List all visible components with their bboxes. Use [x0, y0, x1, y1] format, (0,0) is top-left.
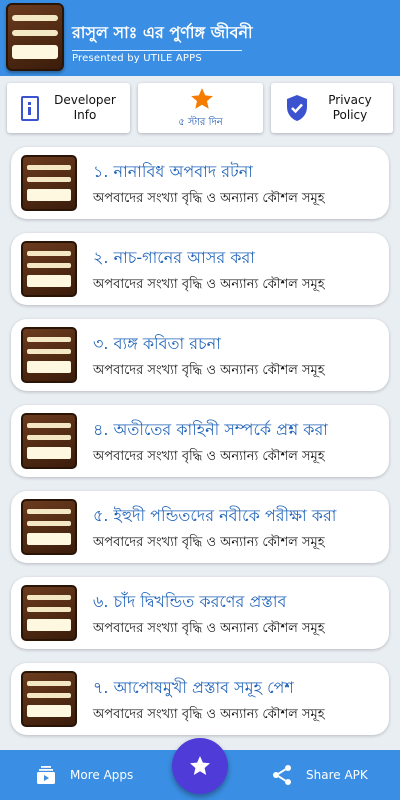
- chapter-subtitle: অপবাদের সংখ্যা বৃদ্ধি ও অন্যান্য কৌশল সম…: [93, 621, 325, 636]
- book-cover-icon: [21, 241, 77, 297]
- book-cover-icon: [6, 3, 64, 71]
- app-bar: রাসুল সাঃ এর পুর্ণাঙ্গ জীবনী Presented b…: [0, 0, 400, 76]
- developer-info-button[interactable]: Developer Info: [7, 83, 130, 133]
- chapter-card[interactable]: ৩. ব্যঙ্গ কবিতা রচনা অপবাদের সংখ্যা বৃদ্…: [11, 319, 389, 391]
- more-apps-button[interactable]: More Apps: [34, 750, 133, 800]
- book-cover-icon: [21, 413, 77, 469]
- chapter-subtitle: অপবাদের সংখ্যা বৃদ্ধি ও অন্যান্য কৌশল সম…: [93, 707, 325, 722]
- share-apk-button[interactable]: Share APK: [270, 750, 368, 800]
- rate-button[interactable]: ৫ স্টার দিন: [138, 83, 263, 133]
- chapter-subtitle: অপবাদের সংখ্যা বৃদ্ধি ও অন্যান্য কৌশল সম…: [93, 449, 325, 464]
- star-icon: [190, 756, 210, 775]
- chapter-card[interactable]: ৭. আপোষমুখী প্রস্তাব সমূহ পেশ অপবাদের সং…: [11, 663, 389, 735]
- chapter-card[interactable]: ১. নানাবিধ অপবাদ রটনা অপবাদের সংখ্যা বৃদ…: [11, 147, 389, 219]
- chapter-card[interactable]: ৪. অতীতের কাহিনী সম্পর্কে প্রশ্ন করা অপব…: [11, 405, 389, 477]
- book-cover-icon: [21, 327, 77, 383]
- subscriptions-icon: [37, 766, 55, 784]
- chapter-subtitle: অপবাদের সংখ্যা বৃদ্ধি ও অন্যান্য কৌশল সম…: [93, 363, 325, 378]
- book-cover-icon: [21, 155, 77, 211]
- more-apps-label: More Apps: [70, 768, 134, 782]
- book-cover-icon: [21, 671, 77, 727]
- star-icon: [191, 88, 213, 109]
- book-cover-icon: [21, 585, 77, 641]
- chapter-card[interactable]: ২. নাচ-গানের আসর করা অপবাদের সংখ্যা বৃদ্…: [11, 233, 389, 305]
- chapter-title: ৬. চাঁদ দ্বিখন্ডিত করণের প্রস্তাব: [93, 592, 287, 611]
- developer-info-label: Developer Info: [54, 93, 116, 122]
- book-cover-icon: [21, 499, 77, 555]
- rate-star-fab[interactable]: [172, 738, 228, 794]
- top-buttons: Developer Info ৫ স্টার দিন Privacy Polic…: [7, 83, 393, 133]
- main-content: Developer Info ৫ স্টার দিন Privacy Polic…: [0, 76, 400, 750]
- chapter-title: ৫. ইহুদী পন্ডিতদের নবীকে পরীক্ষা করা: [93, 506, 337, 525]
- share-icon: [273, 765, 291, 785]
- chapter-title: ২. নাচ-গানের আসর করা: [93, 248, 255, 267]
- app-title: রাসুল সাঃ এর পুর্ণাঙ্গ জীবনী: [72, 23, 253, 42]
- privacy-policy-label: Privacy Policy: [328, 93, 372, 122]
- share-apk-label: Share APK: [306, 768, 368, 782]
- app-subtitle: Presented by UTILE APPS: [72, 53, 202, 64]
- rate-label: ৫ স্টার দিন: [178, 117, 223, 128]
- shield-check-icon: [287, 95, 307, 121]
- chapter-title: ৭. আপোষমুখী প্রস্তাব সমূহ পেশ: [93, 678, 294, 697]
- chapter-subtitle: অপবাদের সংখ্যা বৃদ্ধি ও অন্যান্য কৌশল সম…: [93, 277, 325, 292]
- chapter-title: ৪. অতীতের কাহিনী সম্পর্কে প্রশ্ন করা: [93, 420, 328, 439]
- chapter-card[interactable]: ৬. চাঁদ দ্বিখন্ডিত করণের প্রস্তাব অপবাদে…: [11, 577, 389, 649]
- privacy-policy-button[interactable]: Privacy Policy: [271, 83, 393, 133]
- chapter-title: ১. নানাবিধ অপবাদ রটনা: [93, 162, 253, 181]
- chapter-card[interactable]: ৫. ইহুদী পন্ডিতদের নবীকে পরীক্ষা করা অপব…: [11, 491, 389, 563]
- chapter-subtitle: অপবাদের সংখ্যা বৃদ্ধি ও অন্যান্য কৌশল সম…: [93, 535, 325, 550]
- chapter-subtitle: অপবাদের সংখ্যা বৃদ্ধি ও অন্যান্য কৌশল সম…: [93, 191, 325, 206]
- title-divider: [72, 50, 242, 51]
- info-icon: [21, 96, 39, 121]
- chapter-title: ৩. ব্যঙ্গ কবিতা রচনা: [93, 334, 221, 353]
